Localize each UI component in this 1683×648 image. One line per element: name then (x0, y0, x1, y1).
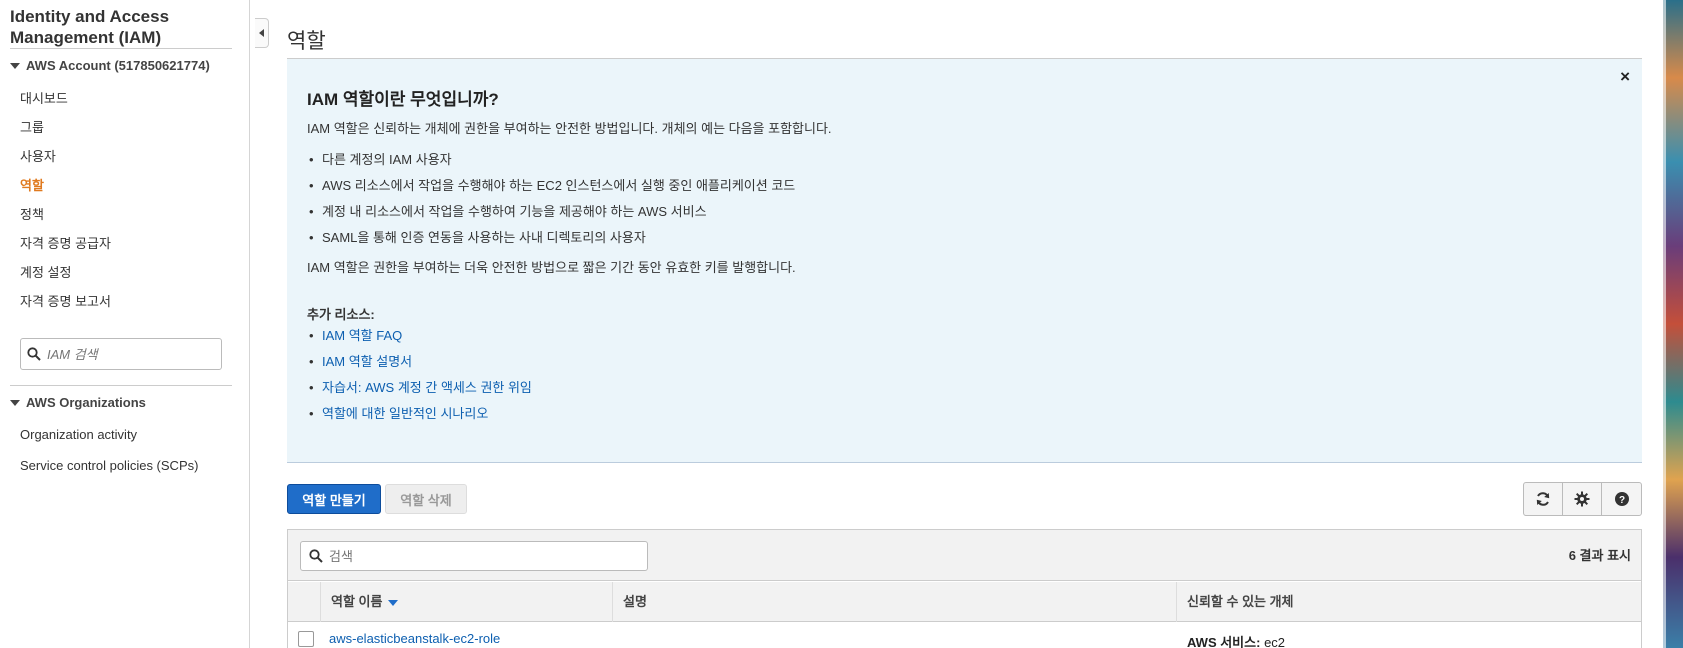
sidebar-item-scps[interactable]: Service control policies (SCPs) (20, 458, 198, 473)
iam-search-box[interactable] (20, 338, 222, 370)
list-item: IAM 역할 설명서 (307, 354, 532, 380)
roles-table: 6 결과 표시 역할 이름 설명 신뢰할 수 있는 개체 aws-elastic… (287, 529, 1642, 648)
column-role-name[interactable]: 역할 이름 (321, 582, 613, 622)
list-item: 계정 내 리소스에서 작업을 수행하여 기능을 제공해야 하는 AWS 서비스 (307, 204, 795, 230)
link-roles-faq[interactable]: IAM 역할 FAQ (322, 328, 402, 343)
org-section-header[interactable]: AWS Organizations (10, 395, 146, 410)
sidebar: Identity and Access Management (IAM) AWS… (0, 0, 250, 648)
account-section-header[interactable]: AWS Account (517850621774) (10, 58, 210, 73)
list-item: 자습서: AWS 계정 간 액세스 권한 위임 (307, 380, 532, 406)
roles-search-input[interactable] (329, 548, 629, 564)
iam-search-input[interactable] (47, 346, 207, 362)
trusted-entity-prefix: AWS 서비스: (1187, 635, 1261, 648)
info-outro: IAM 역할은 권한을 부여하는 더욱 안전한 방법으로 짧은 기간 동안 유효… (307, 260, 796, 275)
main-content: 역할 × IAM 역할이란 무엇입니까? IAM 역할은 신뢰하는 개체에 권한… (287, 0, 1642, 648)
column-role-name-label: 역할 이름 (331, 594, 383, 609)
sidebar-item-policies[interactable]: 정책 (20, 204, 44, 223)
sort-desc-icon (388, 599, 399, 606)
sidebar-item-account-settings[interactable]: 계정 설정 (20, 262, 71, 281)
resources-heading: 추가 리소스: (307, 307, 375, 322)
info-intro: IAM 역할은 신뢰하는 개체에 권한을 부여하는 안전한 방법입니다. 개체의… (307, 121, 832, 136)
service-title[interactable]: Identity and Access Management (IAM) (10, 6, 230, 48)
list-item: SAML을 통해 인증 연동을 사용하는 사내 디렉토리의 사용자 (307, 230, 795, 256)
resources-list: IAM 역할 FAQ IAM 역할 설명서 자습서: AWS 계정 간 액세스 … (307, 328, 532, 432)
roles-search-box[interactable] (300, 541, 648, 571)
sidebar-item-dashboard[interactable]: 대시보드 (20, 88, 68, 107)
trusted-entity-value: ec2 (1264, 635, 1286, 648)
settings-button[interactable] (1563, 483, 1602, 515)
info-panel: × IAM 역할이란 무엇입니까? IAM 역할은 신뢰하는 개체에 권한을 부… (287, 59, 1642, 463)
list-item: 다른 계정의 IAM 사용자 (307, 152, 795, 178)
svg-text:?: ? (1618, 495, 1624, 506)
sidebar-item-org-activity[interactable]: Organization activity (20, 427, 137, 442)
table-tools: ? (1523, 482, 1642, 516)
sidebar-item-identity-providers[interactable]: 자격 증명 공급자 (20, 233, 111, 252)
table-row: aws-elasticbeanstalk-ec2-role AWS 서비스: e… (288, 623, 1641, 648)
edge-divider (1663, 0, 1666, 648)
list-item: 역할에 대한 일반적인 시나리오 (307, 406, 532, 432)
search-icon (309, 549, 323, 563)
page-title: 역할 (287, 30, 326, 53)
help-button[interactable]: ? (1602, 483, 1641, 515)
select-all-column (288, 582, 321, 622)
column-description[interactable]: 설명 (613, 582, 1177, 622)
search-icon (27, 347, 41, 361)
caret-down-icon (10, 399, 20, 406)
delete-role-button[interactable]: 역할 삭제 (385, 484, 467, 514)
role-name-link[interactable]: aws-elasticbeanstalk-ec2-role (329, 631, 500, 646)
table-filter-bar: 6 결과 표시 (288, 530, 1641, 581)
trusted-entity: AWS 서비스: ec2 (1187, 632, 1285, 648)
table-header: 역할 이름 설명 신뢰할 수 있는 개체 (288, 582, 1641, 622)
link-tutorial-cross-account[interactable]: 자습서: AWS 계정 간 액세스 권한 위임 (322, 380, 532, 395)
chevron-left-icon (259, 29, 264, 37)
refresh-button[interactable] (1524, 483, 1563, 515)
link-roles-docs[interactable]: IAM 역할 설명서 (322, 354, 412, 369)
sidebar-item-roles[interactable]: 역할 (20, 175, 44, 194)
org-section-label: AWS Organizations (26, 395, 146, 410)
list-item: IAM 역할 FAQ (307, 328, 532, 354)
info-bullet-list: 다른 계정의 IAM 사용자 AWS 리소스에서 작업을 수행해야 하는 EC2… (307, 152, 795, 256)
result-count: 6 결과 표시 (1568, 548, 1631, 563)
refresh-icon (1536, 492, 1550, 506)
link-common-scenarios[interactable]: 역할에 대한 일반적인 시나리오 (322, 406, 488, 421)
column-trusted-entities[interactable]: 신뢰할 수 있는 개체 (1177, 582, 1641, 622)
create-role-button[interactable]: 역할 만들기 (287, 484, 381, 514)
account-section-label: AWS Account (517850621774) (26, 58, 210, 73)
info-heading: IAM 역할이란 무엇입니까? (307, 90, 499, 109)
row-checkbox[interactable] (298, 631, 314, 647)
gear-icon (1574, 491, 1590, 507)
caret-down-icon (10, 62, 20, 69)
sidebar-item-groups[interactable]: 그룹 (20, 117, 44, 136)
background-artwork (1663, 0, 1683, 648)
sidebar-collapse-button[interactable] (255, 18, 269, 48)
sidebar-divider (10, 48, 232, 49)
sidebar-item-credential-report[interactable]: 자격 증명 보고서 (20, 291, 111, 310)
question-icon: ? (1614, 492, 1629, 506)
list-item: AWS 리소스에서 작업을 수행해야 하는 EC2 인스턴스에서 실행 중인 애… (307, 178, 795, 204)
sidebar-item-users[interactable]: 사용자 (20, 146, 56, 165)
close-icon[interactable]: × (1620, 67, 1630, 87)
sidebar-divider (10, 385, 232, 386)
